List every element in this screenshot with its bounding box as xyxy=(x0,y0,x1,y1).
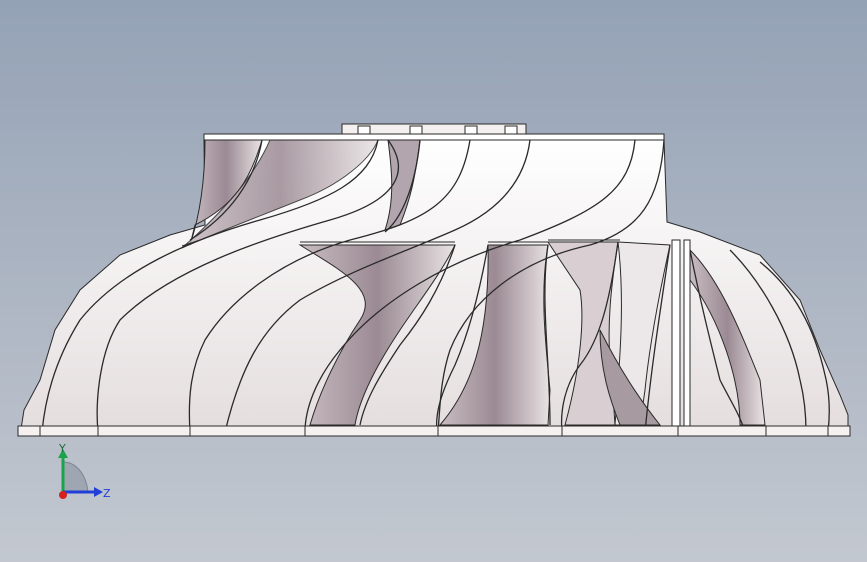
impeller-model[interactable] xyxy=(0,0,867,562)
triad-plane-icon xyxy=(62,461,89,493)
z-axis-arrow-icon xyxy=(94,487,103,497)
base-plate xyxy=(17,425,851,437)
graphics-viewport[interactable]: Y Z xyxy=(0,0,867,562)
x-axis-point-icon xyxy=(59,491,67,499)
coordinate-triad: Y Z xyxy=(58,442,111,500)
impeller-body xyxy=(19,139,849,436)
z-axis-label: Z xyxy=(103,487,111,500)
hub-top xyxy=(203,123,665,141)
y-axis-label: Y xyxy=(58,442,66,455)
